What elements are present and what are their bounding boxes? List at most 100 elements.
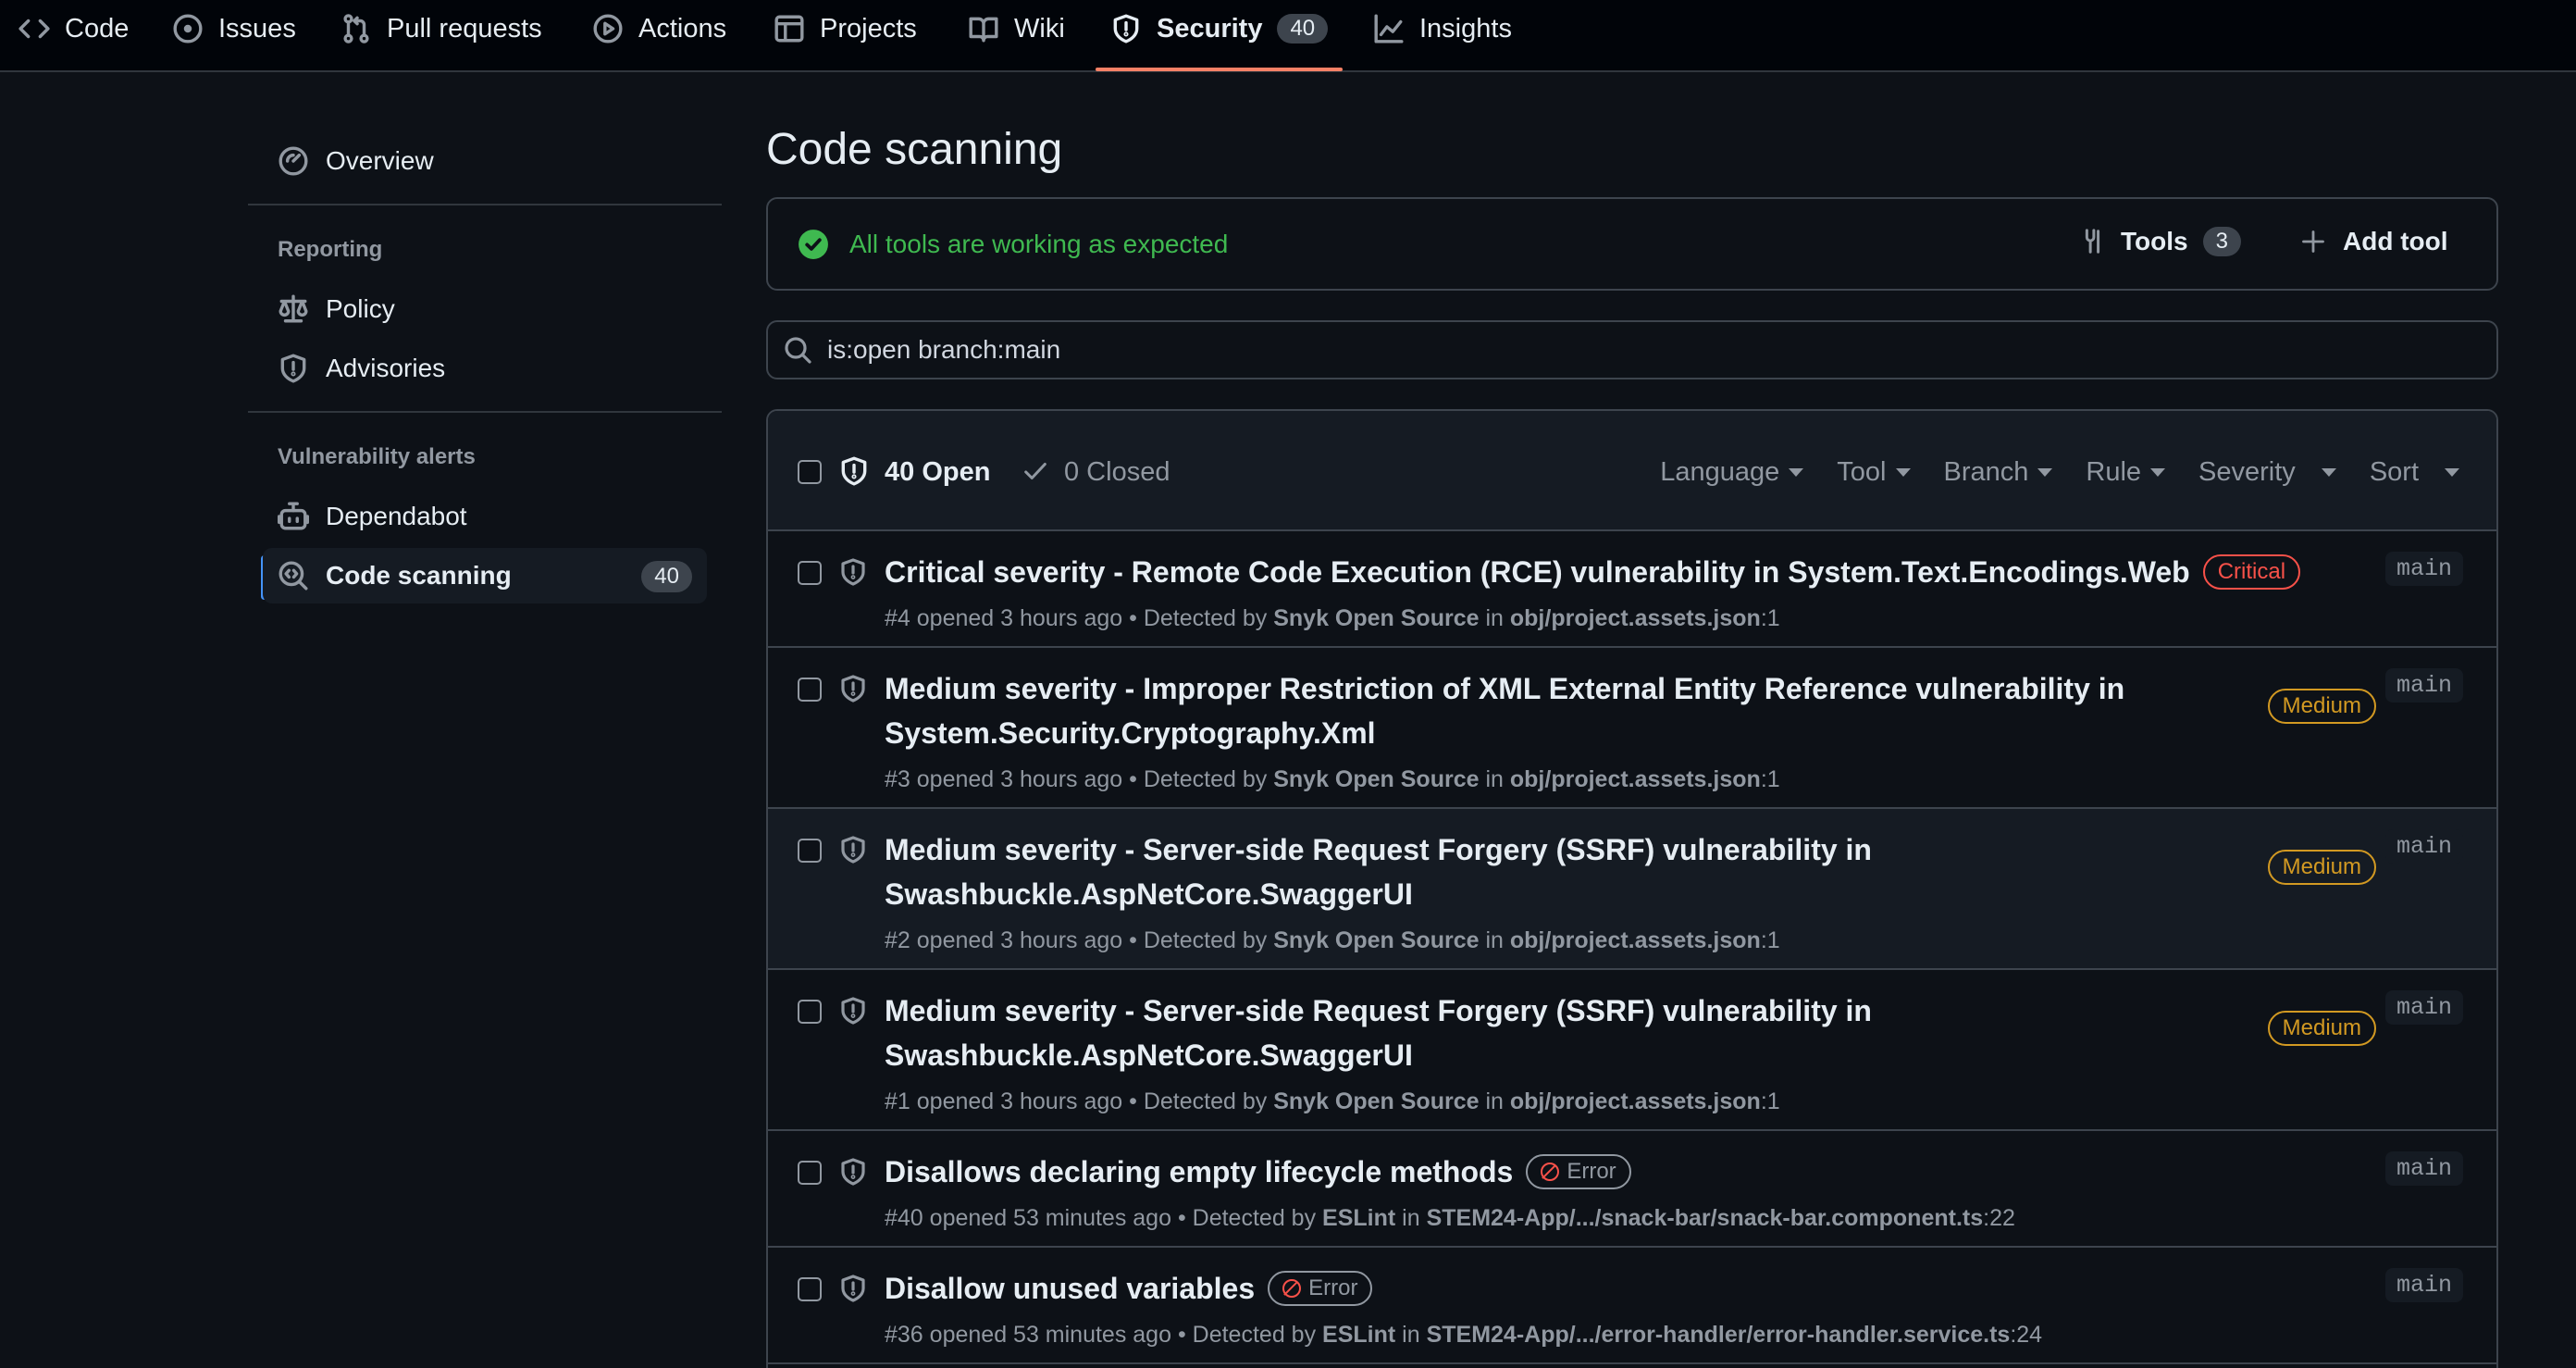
branch-badge: main <box>2384 829 2463 864</box>
alert-title-text[interactable]: Disallow unused variables <box>885 1272 1255 1305</box>
file-path[interactable]: STEM24-App/.../error-handler/error-handl… <box>1427 1322 2011 1348</box>
tools-count: 3 <box>2202 227 2241 256</box>
alert-title-line[interactable]: Medium severity - Server-side Request Fo… <box>885 989 1872 1033</box>
row-checkbox[interactable] <box>798 1161 822 1185</box>
row-checkbox[interactable] <box>798 839 822 863</box>
open-filter[interactable]: 40 Open <box>885 457 990 488</box>
tab-pull-requests[interactable]: Pull requests <box>341 0 542 57</box>
alert-row[interactable]: Critical severity - Remote Code Executio… <box>768 531 2496 648</box>
sidebar-item-dependabot[interactable]: Dependabot <box>263 489 707 544</box>
select-all-checkbox[interactable] <box>798 460 822 484</box>
row-checkbox[interactable] <box>798 1277 822 1301</box>
meta-separator: • <box>1122 766 1144 792</box>
shield-icon <box>1113 14 1139 44</box>
filter-severity[interactable]: Severity <box>2198 457 2336 488</box>
file-path[interactable]: obj/project.assets.json <box>1510 766 1761 792</box>
detected-by-word: Detected by <box>1143 1088 1268 1114</box>
file-path[interactable]: obj/project.assets.json <box>1510 927 1761 953</box>
tab-actions[interactable]: Actions <box>592 0 726 57</box>
alert-title-line[interactable]: Swashbuckle.AspNetCore.SwaggerUI <box>885 872 1872 916</box>
alert-number: #2 <box>885 927 910 953</box>
alert-title-line[interactable]: System.Security.Cryptography.Xml <box>885 711 2124 755</box>
shield-icon <box>841 558 865 586</box>
alert-title-line[interactable]: Medium severity - Improper Restriction o… <box>885 666 2124 711</box>
caret-down-icon <box>2037 468 2053 477</box>
shield-icon <box>280 354 306 383</box>
sidebar-item-label: Dependabot <box>326 502 467 530</box>
file-path[interactable]: obj/project.assets.json <box>1510 605 1761 631</box>
alert-title-line[interactable]: Medium severity - Server-side Request Fo… <box>885 827 1872 872</box>
row-checkbox[interactable] <box>798 561 822 585</box>
tab-insights[interactable]: Insights <box>1373 0 1512 57</box>
alert-row[interactable]: Disallow unused variables Error #36 opene… <box>768 1248 2496 1364</box>
branch-badge: main <box>2384 668 2463 703</box>
filter-tool[interactable]: Tool <box>1837 457 1911 488</box>
tab-wiki[interactable]: Wiki <box>968 0 1065 57</box>
in-word: in <box>1485 605 1504 631</box>
alerts-list: 40 Open 0 Closed Language Tool Branch Ru… <box>766 409 2498 1368</box>
tab-code[interactable]: Code <box>19 0 129 57</box>
add-tool-button[interactable]: Add tool <box>2300 227 2448 256</box>
alert-title[interactable]: Medium severity - Server-side Request Fo… <box>885 827 1872 916</box>
tab-projects[interactable]: Projects <box>774 0 917 57</box>
meta-separator: • <box>1122 927 1144 953</box>
alert-title[interactable]: Medium severity - Improper Restriction o… <box>885 666 2124 755</box>
alert-title[interactable]: Disallows declaring empty lifecycle meth… <box>885 1150 1631 1194</box>
dependabot-icon <box>278 502 309 530</box>
file-path[interactable]: obj/project.assets.json <box>1510 1088 1761 1114</box>
filter-rule[interactable]: Rule <box>2086 457 2166 488</box>
tools-button[interactable]: Tools 3 <box>2078 227 2241 256</box>
filter-label: Language <box>1660 457 1780 487</box>
filter-branch[interactable]: Branch <box>1944 457 2053 488</box>
filter-sort[interactable]: Sort <box>2370 457 2459 488</box>
alert-row[interactable]: Medium severity - Server-side Request Fo… <box>768 809 2496 970</box>
closed-filter[interactable]: 0 Closed <box>1064 457 1170 488</box>
filter-label: Branch <box>1943 457 2029 487</box>
severity-label-text: Error <box>1567 1159 1616 1184</box>
alert-row[interactable]: Medium severity - Improper Restriction o… <box>768 648 2496 809</box>
tab-label: Actions <box>638 13 727 44</box>
alert-meta: #40 opened 53 minutes ago • Detected by … <box>885 1205 2015 1232</box>
in-word: in <box>1485 1088 1504 1114</box>
table-icon <box>774 15 804 43</box>
tab-issues[interactable]: Issues <box>172 0 296 57</box>
sidebar-divider <box>248 204 722 205</box>
tab-security[interactable]: Security 40 <box>1095 0 1344 71</box>
filter-language[interactable]: Language <box>1660 457 1804 488</box>
search-input[interactable] <box>827 335 2400 365</box>
in-word: in <box>1402 1322 1420 1348</box>
alert-opened: opened 53 minutes ago <box>929 1205 1171 1231</box>
filter-label: Rule <box>2086 457 2142 487</box>
alert-row[interactable]: Medium severity - Server-side Request Fo… <box>768 970 2496 1131</box>
caret-down-icon <box>2150 468 2166 477</box>
security-count-badge: 40 <box>1277 14 1329 44</box>
sidebar-item-overview[interactable]: Overview <box>263 133 707 189</box>
severity-label: Medium <box>2267 689 2376 724</box>
shield-icon <box>841 1158 865 1186</box>
tab-label: Insights <box>1419 13 1512 44</box>
alert-title[interactable]: Medium severity - Server-side Request Fo… <box>885 989 1872 1077</box>
add-tool-label: Add tool <box>2343 227 2448 255</box>
sidebar-item-policy[interactable]: Policy <box>263 281 707 337</box>
sidebar-item-code-scanning[interactable]: Code scanning 40 <box>263 548 707 603</box>
tab-label: Security <box>1157 13 1263 44</box>
alert-row[interactable]: Disallows declaring empty lifecycle meth… <box>768 1131 2496 1248</box>
issue-icon <box>173 14 203 44</box>
sidebar-item-advisories[interactable]: Advisories <box>263 341 707 396</box>
shield-icon <box>841 1275 865 1302</box>
line-number: :1 <box>1760 766 1780 792</box>
in-word: in <box>1485 766 1504 792</box>
tab-label: Code <box>65 13 130 44</box>
row-checkbox[interactable] <box>798 1000 822 1024</box>
alert-title-text[interactable]: Disallows declaring empty lifecycle meth… <box>885 1155 1513 1188</box>
alert-title-line[interactable]: Swashbuckle.AspNetCore.SwaggerUI <box>885 1033 1872 1077</box>
alert-title-text[interactable]: Critical severity - Remote Code Executio… <box>885 555 2190 589</box>
row-checkbox[interactable] <box>798 678 822 702</box>
alert-title[interactable]: Critical severity - Remote Code Executio… <box>885 550 2301 594</box>
sidebar-heading-vulnerability: Vulnerability alerts <box>278 444 476 469</box>
alerts-list-header: 40 Open 0 Closed Language Tool Branch Ru… <box>768 411 2496 531</box>
file-path[interactable]: STEM24-App/.../snack-bar/snack-bar.compo… <box>1427 1205 1984 1231</box>
alert-title[interactable]: Disallow unused variables Error <box>885 1266 1373 1311</box>
alert-number: #4 <box>885 605 910 631</box>
alert-number: #3 <box>885 766 910 792</box>
